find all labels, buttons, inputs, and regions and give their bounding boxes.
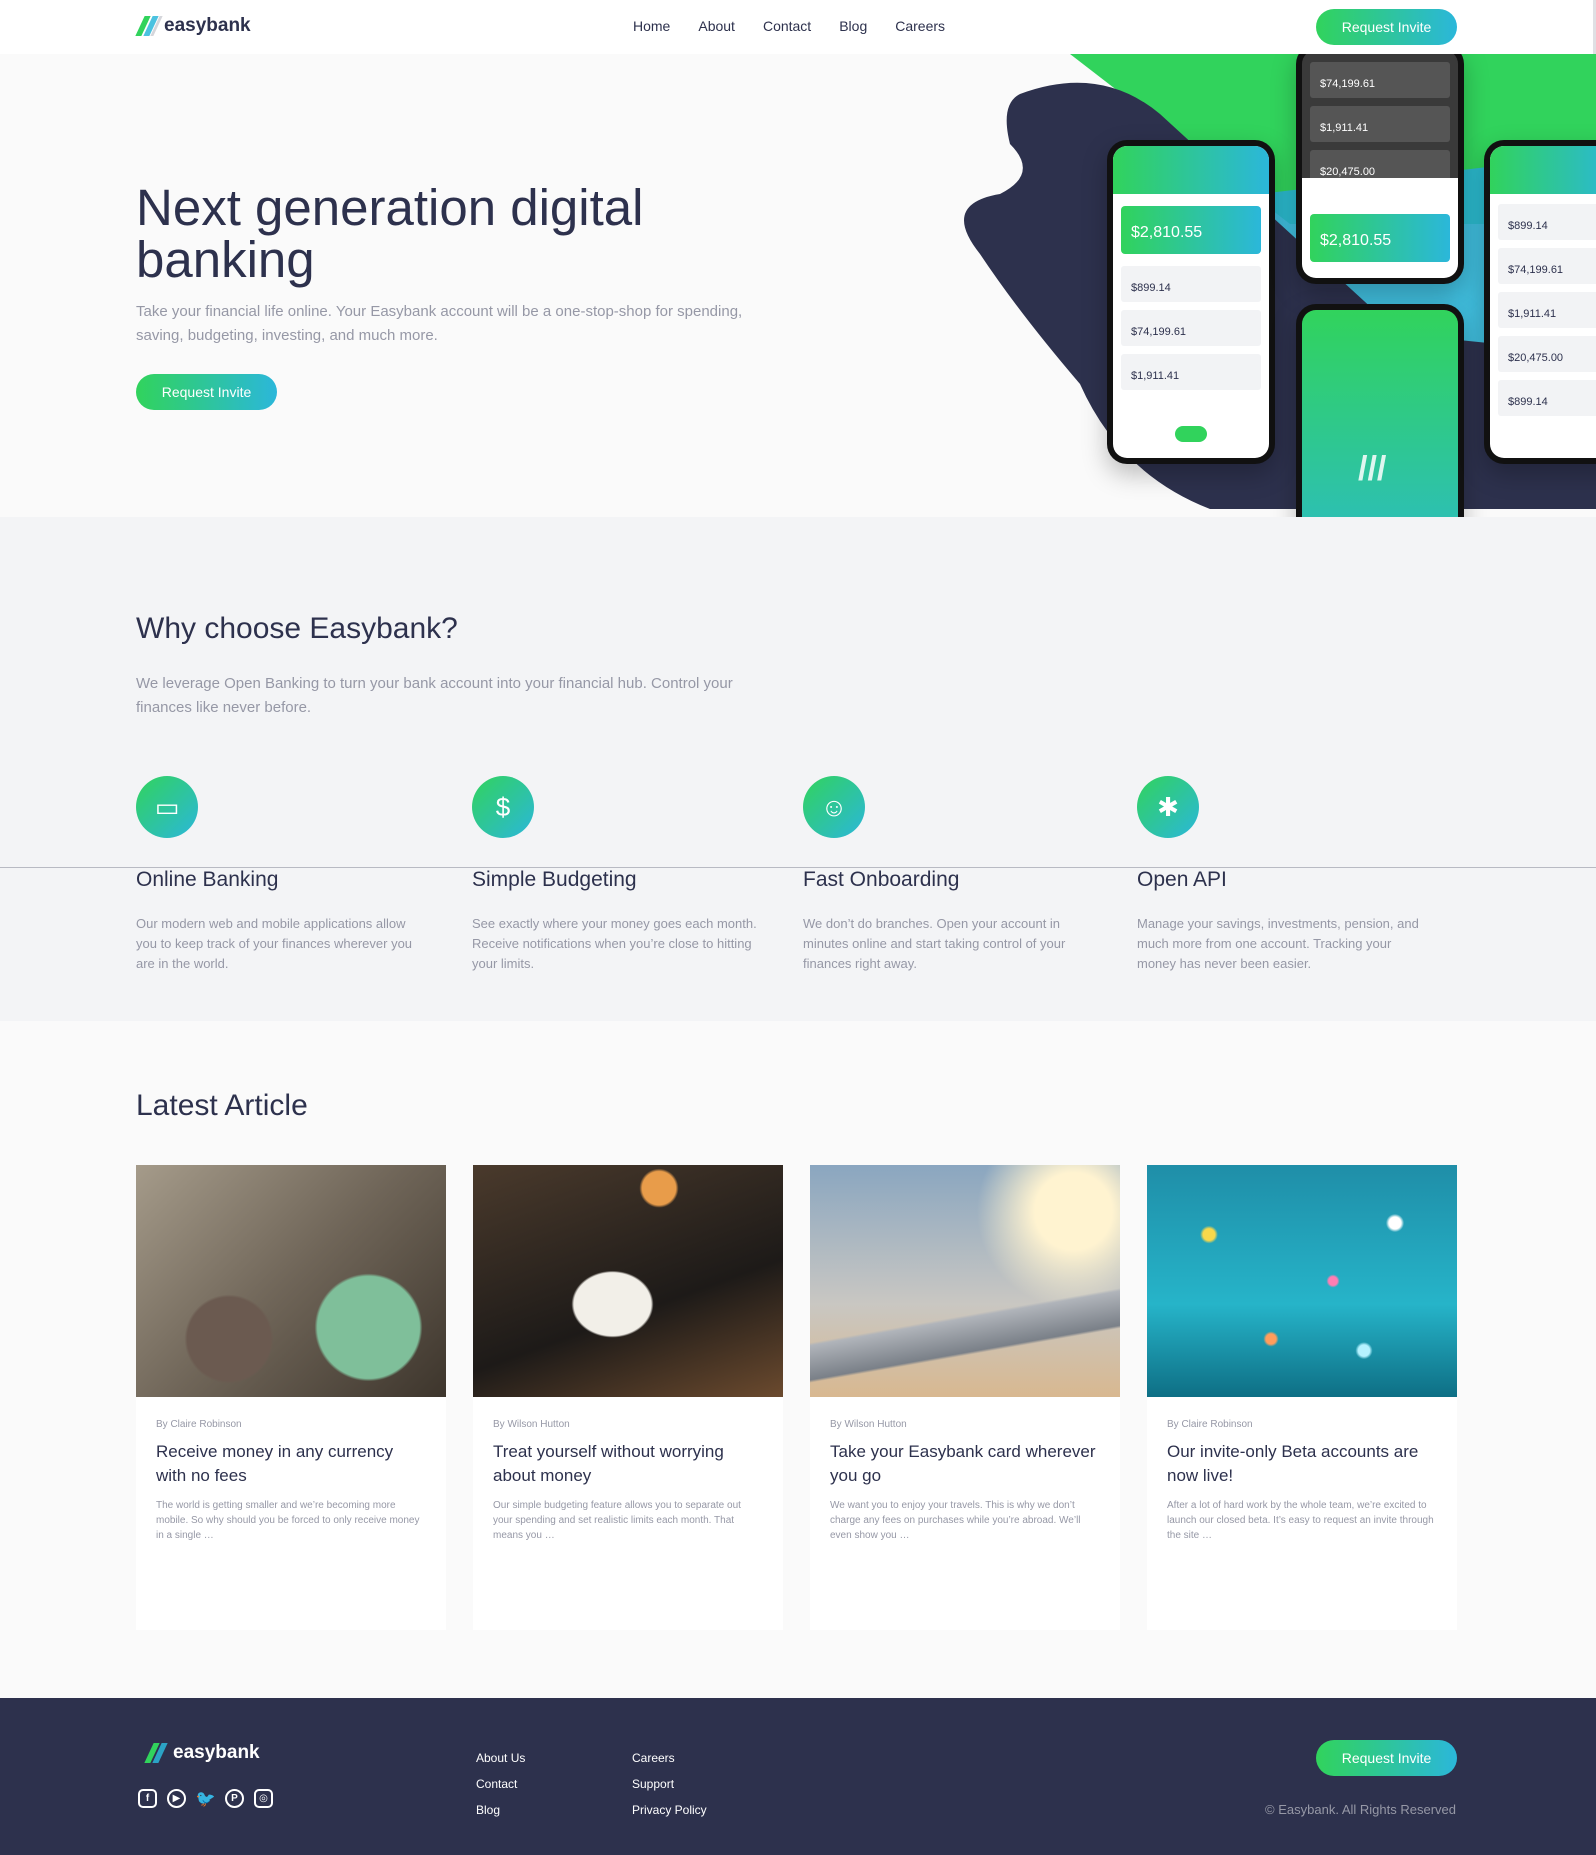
header-request-invite-button[interactable]: Request Invite bbox=[1316, 9, 1457, 45]
footer-request-invite-button[interactable]: Request Invite bbox=[1316, 1740, 1457, 1776]
why-lead: We leverage Open Banking to turn your ba… bbox=[136, 675, 733, 716]
phone-mockup-right: $899.14 $74,199.61 $1,911.41 $20,475.00 … bbox=[1484, 140, 1596, 464]
feature-online-banking: ▭ Online Banking Our modern web and mobi… bbox=[136, 776, 436, 974]
feature-text: See exactly where your money goes each m… bbox=[472, 916, 757, 971]
article-image-confetti bbox=[1147, 1165, 1457, 1397]
article-title[interactable]: Receive money in any currency with no fe… bbox=[156, 1440, 426, 1488]
feature-title: Fast Onboarding bbox=[803, 868, 960, 891]
article-author: By Wilson Hutton bbox=[493, 1419, 570, 1430]
phone-account-row: $1,911.41 bbox=[1498, 292, 1596, 328]
footer-link-about-us[interactable]: About Us bbox=[476, 1751, 525, 1765]
hero-subtitle: Take your financial life online. Your Ea… bbox=[136, 303, 743, 344]
youtube-icon[interactable]: ▶ bbox=[167, 1789, 186, 1808]
app-logo-icon: /// bbox=[1358, 450, 1387, 488]
logo-mark-icon bbox=[135, 16, 163, 36]
pinterest-icon[interactable]: P bbox=[225, 1789, 244, 1808]
article-excerpt: The world is getting smaller and we’re b… bbox=[156, 1500, 420, 1541]
instagram-icon[interactable]: ◎ bbox=[254, 1789, 273, 1808]
article-image-currency bbox=[136, 1165, 446, 1397]
article-excerpt: Our simple budgeting feature allows you … bbox=[493, 1500, 741, 1541]
feature-text: Our modern web and mobile applications a… bbox=[136, 916, 413, 971]
phone-account-row: $74,199.61 bbox=[1121, 310, 1261, 346]
feature-text: We don’t do branches. Open your account … bbox=[803, 916, 1066, 971]
brand-logo[interactable]: easybank bbox=[135, 15, 251, 37]
phone-account-row: $1,911.41 bbox=[1121, 354, 1261, 390]
nav-about[interactable]: About bbox=[698, 18, 735, 34]
article-title[interactable]: Our invite-only Beta accounts are now li… bbox=[1167, 1440, 1437, 1488]
budgeting-icon: $ bbox=[472, 776, 534, 838]
feature-fast-onboarding: ☺ Fast Onboarding We don’t do branches. … bbox=[803, 776, 1103, 974]
nav-home[interactable]: Home bbox=[633, 18, 670, 34]
feature-simple-budgeting: $ Simple Budgeting See exactly where you… bbox=[472, 776, 772, 974]
why-section: Why choose Easybank? We leverage Open Ba… bbox=[0, 517, 1596, 1021]
nav-blog[interactable]: Blog bbox=[839, 18, 867, 34]
article-card[interactable]: By Claire Robinson Our invite-only Beta … bbox=[1147, 1165, 1457, 1630]
twitter-icon[interactable]: 🐦 bbox=[196, 1789, 216, 1808]
phone-total-balance: $2,810.55 bbox=[1121, 206, 1261, 254]
phone-account-row: $74,199.61 bbox=[1310, 62, 1450, 98]
feature-title: Open API bbox=[1137, 868, 1227, 891]
articles-section: Latest Article By Claire Robinson Receiv… bbox=[0, 1021, 1596, 1698]
facebook-icon[interactable]: f bbox=[138, 1789, 157, 1808]
phone-fab-icon bbox=[1175, 426, 1207, 442]
online-banking-icon: ▭ bbox=[136, 776, 198, 838]
copyright-text: © Easybank. All Rights Reserved bbox=[1265, 1802, 1456, 1817]
article-author: By Claire Robinson bbox=[156, 1419, 242, 1430]
article-author: By Claire Robinson bbox=[1167, 1419, 1253, 1430]
article-title[interactable]: Take your Easybank card wherever you go bbox=[830, 1440, 1100, 1488]
article-card[interactable]: By Wilson Hutton Take your Easybank card… bbox=[810, 1165, 1120, 1630]
feature-text: Manage your savings, investments, pensio… bbox=[1137, 916, 1419, 971]
main-nav: Home About Contact Blog Careers bbox=[633, 18, 945, 34]
article-image-airplane bbox=[810, 1165, 1120, 1397]
brand-name: easybank bbox=[164, 15, 251, 36]
phone-account-row: $1,911.41 bbox=[1310, 106, 1450, 142]
phone-mockup-top: $74,199.61 $1,911.41 $20,475.00 $2,810.5… bbox=[1296, 44, 1464, 284]
nav-careers[interactable]: Careers bbox=[895, 18, 945, 34]
social-links: f ▶ 🐦 P ◎ bbox=[138, 1789, 273, 1808]
footer-link-careers[interactable]: Careers bbox=[632, 1751, 707, 1765]
article-title[interactable]: Treat yourself without worrying about mo… bbox=[493, 1440, 763, 1488]
article-image-restaurant bbox=[473, 1165, 783, 1397]
nav-contact[interactable]: Contact bbox=[763, 18, 811, 34]
hero-title: Next generation digital banking bbox=[136, 179, 644, 288]
api-icon: ✱ bbox=[1137, 776, 1199, 838]
onboarding-icon: ☺ bbox=[803, 776, 865, 838]
hero-request-invite-button[interactable]: Request Invite bbox=[136, 374, 277, 410]
feature-title: Online Banking bbox=[136, 868, 279, 891]
article-author: By Wilson Hutton bbox=[830, 1419, 907, 1430]
footer-link-contact[interactable]: Contact bbox=[476, 1777, 525, 1791]
article-excerpt: We want you to enjoy your travels. This … bbox=[830, 1500, 1081, 1541]
feature-title: Simple Budgeting bbox=[472, 868, 637, 891]
footer-brand-logo[interactable]: easybank bbox=[144, 1742, 260, 1764]
article-card[interactable]: By Claire Robinson Receive money in any … bbox=[136, 1165, 446, 1630]
phone-account-row: $74,199.61 bbox=[1498, 248, 1596, 284]
feature-open-api: ✱ Open API Manage your savings, investme… bbox=[1137, 776, 1437, 974]
footer-link-support[interactable]: Support bbox=[632, 1777, 707, 1791]
logo-mark-icon bbox=[144, 1743, 172, 1763]
article-card[interactable]: By Wilson Hutton Treat yourself without … bbox=[473, 1165, 783, 1630]
hero-section: $2,810.55 $899.14 $74,199.61 $1,911.41 $… bbox=[0, 44, 1596, 628]
phone-account-row: $20,475.00 bbox=[1498, 336, 1596, 372]
footer-link-privacy-policy[interactable]: Privacy Policy bbox=[632, 1803, 707, 1817]
footer-link-blog[interactable]: Blog bbox=[476, 1803, 525, 1817]
footer-brand-name: easybank bbox=[173, 1742, 260, 1763]
footer-links-col1: About Us Contact Blog bbox=[476, 1751, 525, 1817]
phone-account-row: $899.14 bbox=[1498, 380, 1596, 416]
footer-links-col2: Careers Support Privacy Policy bbox=[632, 1751, 707, 1817]
phone-total-balance: $2,810.55 bbox=[1310, 214, 1450, 262]
phone-mockup-left: $2,810.55 $899.14 $74,199.61 $1,911.41 bbox=[1107, 140, 1275, 464]
why-title: Why choose Easybank? bbox=[136, 612, 458, 645]
article-excerpt: After a lot of hard work by the whole te… bbox=[1167, 1500, 1434, 1541]
phone-account-row: $899.14 bbox=[1121, 266, 1261, 302]
articles-title: Latest Article bbox=[136, 1089, 308, 1122]
site-footer: easybank f ▶ 🐦 P ◎ About Us Contact Blog… bbox=[0, 1698, 1596, 1855]
site-header: easybank Home About Contact Blog Careers… bbox=[0, 0, 1596, 54]
phone-account-row: $899.14 bbox=[1498, 204, 1596, 240]
